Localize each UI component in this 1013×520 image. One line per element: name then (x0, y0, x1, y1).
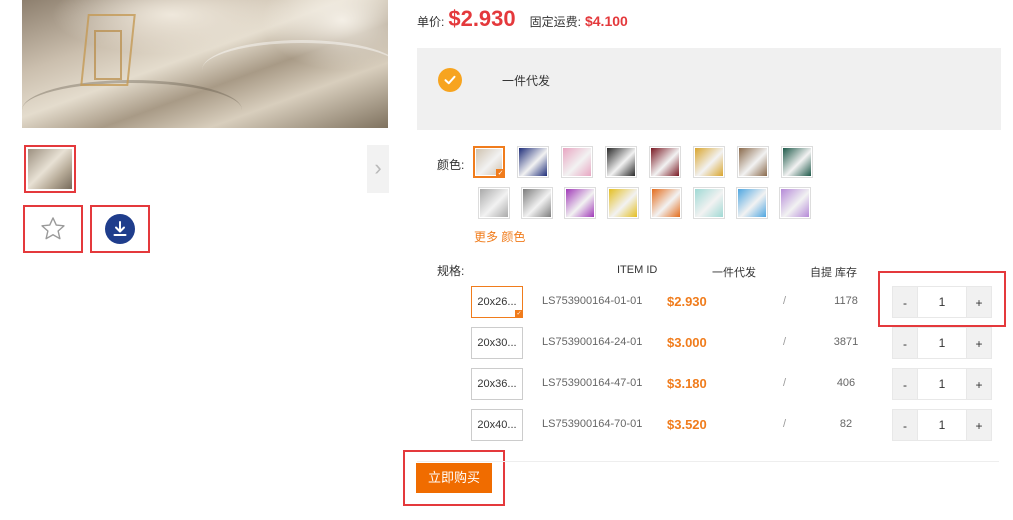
shipping-label: 固定运费: (529, 15, 581, 29)
row-dropship: / (783, 336, 787, 348)
swatch-image (695, 148, 723, 176)
increment-button[interactable]: + (966, 368, 992, 400)
swatch-image (651, 148, 679, 176)
quantity-highlight-box (878, 271, 1006, 327)
selected-check-icon: ✓ (496, 169, 505, 178)
thumbnail-image (28, 149, 72, 189)
color-swatch-lavender[interactable] (779, 187, 811, 219)
quantity-input[interactable]: 1 (918, 409, 966, 441)
decrement-button[interactable]: - (892, 327, 918, 359)
row-stock: 1178 (834, 295, 858, 307)
color-swatch-orange[interactable] (650, 187, 682, 219)
swatch-image (739, 148, 767, 176)
shipping-price: $4.100 (584, 13, 628, 29)
more-colors-link[interactable]: 更多 颜色 (474, 228, 525, 245)
buy-now-button[interactable]: 立即购买 (416, 463, 492, 493)
download-button[interactable] (90, 205, 150, 253)
row-dropship: / (783, 377, 787, 389)
spec-label: 规格: (437, 264, 465, 278)
item-id: LS753900164-24-01 (542, 336, 643, 348)
color-swatch-champagne[interactable]: ✓ (473, 146, 505, 178)
product-main-image (22, 0, 388, 128)
quantity-stepper: -1 + (892, 409, 992, 441)
increment-button[interactable]: + (966, 327, 992, 359)
header-item-id: ITEM ID (617, 264, 658, 276)
quantity-input[interactable]: 1 (918, 327, 966, 359)
row-price: $3.000 (667, 335, 707, 350)
swatch-image (652, 189, 680, 217)
selected-check-icon: ✓ (515, 310, 523, 318)
row-dropship: / (783, 418, 787, 430)
divider (417, 461, 999, 462)
item-id: LS753900164-01-01 (542, 295, 643, 307)
color-swatch-purple[interactable] (564, 187, 596, 219)
color-label: 颜色: (437, 158, 465, 172)
swatch-image (566, 189, 594, 217)
color-swatch-silver[interactable] (478, 187, 510, 219)
increment-button[interactable]: + (966, 409, 992, 441)
product-thumbnail[interactable] (24, 145, 76, 193)
check-icon (438, 68, 462, 92)
row-dropship: / (783, 295, 787, 307)
color-swatch-emerald[interactable] (781, 146, 813, 178)
swatch-image (695, 189, 723, 217)
item-id: LS753900164-70-01 (542, 418, 643, 430)
size-option[interactable]: 20x40... (471, 409, 523, 441)
color-swatch-pink[interactable] (561, 146, 593, 178)
gallery-next-arrow-icon[interactable]: › (367, 145, 389, 193)
color-swatch-gold[interactable] (693, 146, 725, 178)
color-swatch-sky-blue[interactable] (736, 187, 768, 219)
quantity-input[interactable]: 1 (918, 368, 966, 400)
color-swatch-black[interactable] (605, 146, 637, 178)
item-id: LS753900164-47-01 (542, 377, 643, 389)
swatch-image (781, 189, 809, 217)
row-stock: 3871 (833, 336, 859, 348)
decrement-button[interactable]: - (892, 409, 918, 441)
row-stock: 82 (839, 418, 853, 430)
color-swatch-burgundy[interactable] (649, 146, 681, 178)
image-detail (94, 30, 122, 80)
header-dropship: 一件代发 (712, 267, 756, 279)
size-option[interactable]: 20x26... ✓ (471, 286, 523, 318)
dropship-option[interactable]: 一件代发 (417, 48, 1001, 130)
swatch-image (519, 148, 547, 176)
swatch-image (738, 189, 766, 217)
row-stock: 406 (836, 377, 856, 389)
swatch-image (523, 189, 551, 217)
unit-price: $2.930 (448, 6, 516, 31)
favorite-button[interactable] (23, 205, 83, 253)
price-row: 单价: $2.930 固定运费: $4.100 (417, 6, 628, 34)
quantity-stepper: -1 + (892, 368, 992, 400)
unit-price-label: 单价: (417, 15, 445, 29)
decrement-button[interactable]: - (892, 368, 918, 400)
header-stock: 自提 库存 (810, 267, 858, 279)
color-swatch-grey[interactable] (521, 187, 553, 219)
row-price: $3.180 (667, 376, 707, 391)
color-swatch-aqua[interactable] (693, 187, 725, 219)
quantity-stepper: -1 + (892, 327, 992, 359)
download-icon (105, 214, 135, 244)
swatch-image (480, 189, 508, 217)
swatch-image (783, 148, 811, 176)
swatch-image (609, 189, 637, 217)
color-swatch-navy[interactable] (517, 146, 549, 178)
image-detail (22, 80, 242, 128)
swatch-image (607, 148, 635, 176)
dropship-label: 一件代发 (502, 74, 551, 88)
star-icon (41, 217, 65, 240)
size-option[interactable]: 20x30... (471, 327, 523, 359)
row-price: $3.520 (667, 417, 707, 432)
color-swatch-coffee[interactable] (737, 146, 769, 178)
color-swatch-yellow[interactable] (607, 187, 639, 219)
row-price: $2.930 (667, 294, 707, 309)
image-detail (202, 40, 388, 100)
size-option[interactable]: 20x36... (471, 368, 523, 400)
swatch-image (563, 148, 591, 176)
